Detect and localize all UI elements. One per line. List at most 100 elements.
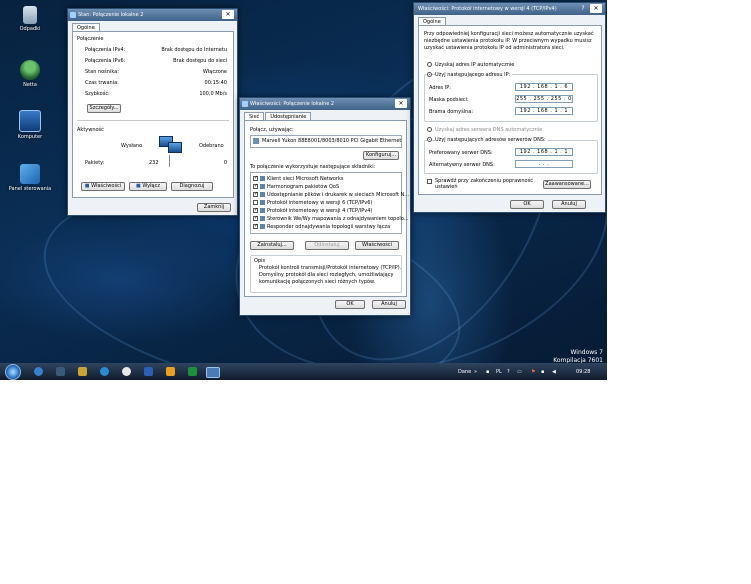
uninstall-button[interactable]: Odinstaluj bbox=[305, 241, 349, 250]
excel-icon[interactable] bbox=[188, 367, 197, 376]
tray-volume-icon[interactable]: ◀ bbox=[552, 369, 556, 375]
alternate-dns-label: Alternatywny serwer DNS: bbox=[429, 162, 495, 168]
properties-button-label: Właściwości bbox=[91, 183, 122, 189]
desktop-icon-recycle-bin[interactable]: Odpadki bbox=[4, 6, 56, 32]
row-value: Brak dostępu do sieci bbox=[173, 58, 227, 64]
shield-icon: ■ bbox=[135, 183, 141, 189]
tray-flag-icon[interactable]: ⚑ bbox=[531, 369, 535, 375]
intro-line: Przy odpowiedniej konfiguracji sieci moż… bbox=[424, 31, 594, 37]
component-label: Responder odnajdywania topologii warstwy… bbox=[267, 224, 391, 230]
tray-network-icon[interactable]: ▪ bbox=[486, 369, 489, 375]
component-label: Harmonogram pakietów QoS bbox=[267, 184, 340, 190]
media-player-icon[interactable] bbox=[56, 367, 65, 376]
preferred-dns-input[interactable]: 192 . 168 . 1 . 1 bbox=[515, 148, 573, 156]
manual-dns-radio[interactable] bbox=[427, 137, 432, 142]
packets-received: 0 bbox=[223, 160, 227, 166]
packets-label: Pakiety: bbox=[85, 160, 105, 166]
desktop-icon-label: Panel sterowania bbox=[8, 186, 52, 192]
component-checkbox[interactable] bbox=[253, 200, 258, 205]
row-value: Brak dostępu do Internetu bbox=[161, 47, 227, 53]
tray-keyboard[interactable]: PL bbox=[496, 369, 502, 375]
auto-dns-label: Uzyskaj adres serwera DNS automatycznie bbox=[435, 127, 543, 133]
diagnose-button[interactable]: Diagnozuj bbox=[171, 182, 213, 191]
component-checkbox[interactable]: ✓ bbox=[253, 208, 258, 213]
tray-network-status-icon[interactable]: ▪ bbox=[541, 369, 544, 375]
tray-help-icon[interactable]: ? bbox=[507, 369, 510, 375]
photos-icon[interactable] bbox=[166, 367, 175, 376]
packets-sent: 232 bbox=[149, 160, 159, 166]
status-window: Stan: Połączenie lokalne 2 ✕ Ogólne Połą… bbox=[67, 8, 238, 216]
auto-dns-radio[interactable] bbox=[427, 127, 432, 132]
component-label: Klient sieci Microsoft Networks bbox=[267, 176, 344, 182]
ipv4-window-titlebar[interactable]: Właściwości: Protokół internetowy w wers… bbox=[414, 3, 605, 15]
start-button[interactable] bbox=[5, 364, 21, 380]
component-item[interactable]: ✓ Sterownik We/Wy mapowania z odnajdywani… bbox=[253, 215, 409, 222]
component-item[interactable]: ✓ Klient sieci Microsoft Networks bbox=[253, 175, 399, 182]
row-label: Połączenia IPv6: bbox=[85, 58, 126, 64]
auto-ip-radio[interactable] bbox=[427, 62, 432, 67]
manual-ip-radio[interactable] bbox=[427, 72, 432, 77]
chrome-icon[interactable] bbox=[122, 367, 131, 376]
properties-window-titlebar[interactable]: Właściwości: Połączenie lokalne 2 ✕ bbox=[240, 98, 410, 110]
description-group: Opis Protokół kontroli transmisji/Protok… bbox=[250, 255, 402, 293]
validate-checkbox[interactable] bbox=[427, 179, 432, 184]
network-connections-taskbar-icon[interactable] bbox=[206, 367, 220, 378]
word-icon[interactable] bbox=[144, 367, 153, 376]
component-item[interactable]: ✓ Responder odnajdywania topologii warstw… bbox=[253, 223, 399, 230]
shield-icon: ■ bbox=[84, 183, 90, 189]
close-button[interactable]: ✕ bbox=[222, 10, 234, 19]
component-checkbox[interactable]: ✓ bbox=[253, 176, 258, 181]
user-icon bbox=[20, 60, 40, 80]
manual-ip-label: Użyj następującego adresu IP: bbox=[435, 72, 513, 78]
component-checkbox[interactable]: ✓ bbox=[253, 192, 258, 197]
component-label: Udostępnianie plików i drukarek w siecia… bbox=[267, 192, 410, 198]
network-panel: Połącz, używając: Marvell Yukon 88E8001/… bbox=[244, 120, 409, 297]
component-item[interactable]: ✓ Protokół internetowy w wersji 4 (TCP/IP… bbox=[253, 207, 399, 214]
desktop-icon-network[interactable]: Netta bbox=[4, 60, 56, 88]
help-button[interactable]: ? bbox=[578, 4, 588, 13]
ok-button[interactable]: OK bbox=[510, 200, 544, 209]
components-list: ✓ Klient sieci Microsoft Networks ✓ Harmono… bbox=[250, 172, 409, 234]
explorer-icon[interactable] bbox=[78, 367, 87, 376]
properties-button[interactable]: ■ Właściwości bbox=[81, 182, 125, 191]
watermark-version: Windows 7 bbox=[570, 349, 603, 356]
component-icon bbox=[260, 200, 265, 205]
alternate-dns-input[interactable]: . . . bbox=[515, 160, 573, 168]
install-button[interactable]: Zainstaluj... bbox=[250, 241, 294, 250]
chevron-up-icon[interactable]: » bbox=[474, 369, 477, 375]
desktop-icon-control-panel[interactable]: Panel sterowania bbox=[4, 164, 56, 192]
divider bbox=[77, 120, 229, 121]
component-checkbox[interactable]: ✓ bbox=[253, 184, 258, 189]
component-properties-button[interactable]: Właściwości bbox=[355, 241, 399, 250]
desktop-icon-label: Komputer bbox=[17, 134, 43, 140]
tray-clock[interactable]: 09:28 bbox=[576, 369, 590, 375]
cancel-button[interactable]: Anuluj bbox=[552, 200, 586, 209]
ip-address-input[interactable]: 192 . 168 . 1 . 6 bbox=[515, 83, 573, 91]
close-button[interactable]: ✕ bbox=[395, 99, 407, 108]
messenger-icon[interactable] bbox=[100, 367, 109, 376]
tray-language[interactable]: Dane bbox=[458, 369, 471, 375]
tray-display-icon[interactable]: ▭ bbox=[517, 369, 522, 375]
details-button[interactable]: Szczegóły... bbox=[87, 104, 121, 113]
network-activity-icon bbox=[159, 136, 182, 154]
status-window-titlebar[interactable]: Stan: Połączenie lokalne 2 ✕ bbox=[68, 9, 237, 21]
disable-button[interactable]: ■ Wyłącz bbox=[129, 182, 167, 191]
gateway-input[interactable]: 192 . 168 . 1 . 1 bbox=[515, 107, 573, 115]
desktop-icon-computer[interactable]: Komputer bbox=[4, 110, 56, 140]
internet-explorer-icon[interactable] bbox=[34, 367, 43, 376]
component-icon bbox=[260, 224, 265, 229]
component-item[interactable]: ✓ Harmonogram pakietów QoS bbox=[253, 183, 399, 190]
configure-button[interactable]: Konfiguruj... bbox=[363, 151, 399, 160]
advanced-button[interactable]: Zaawansowane... bbox=[543, 180, 591, 189]
subnet-mask-input[interactable]: 255 . 255 . 255 . 0 bbox=[515, 95, 573, 103]
cancel-button[interactable]: Anuluj bbox=[372, 300, 406, 309]
description-line: Protokół kontroli transmisji/Protokół in… bbox=[259, 265, 402, 271]
ok-button[interactable]: OK bbox=[335, 300, 365, 309]
component-item[interactable]: Protokół internetowy w wersji 6 (TCP/IPv… bbox=[253, 199, 399, 206]
close-dialog-button[interactable]: Zamknij bbox=[197, 203, 231, 212]
components-label: To połączenie wykorzystuje następujące s… bbox=[250, 164, 376, 170]
component-checkbox[interactable]: ✓ bbox=[253, 216, 258, 221]
component-checkbox[interactable]: ✓ bbox=[253, 224, 258, 229]
close-button[interactable]: ✕ bbox=[590, 4, 602, 13]
component-item[interactable]: ✓ Udostępnianie plików i drukarek w sieci… bbox=[253, 191, 409, 198]
